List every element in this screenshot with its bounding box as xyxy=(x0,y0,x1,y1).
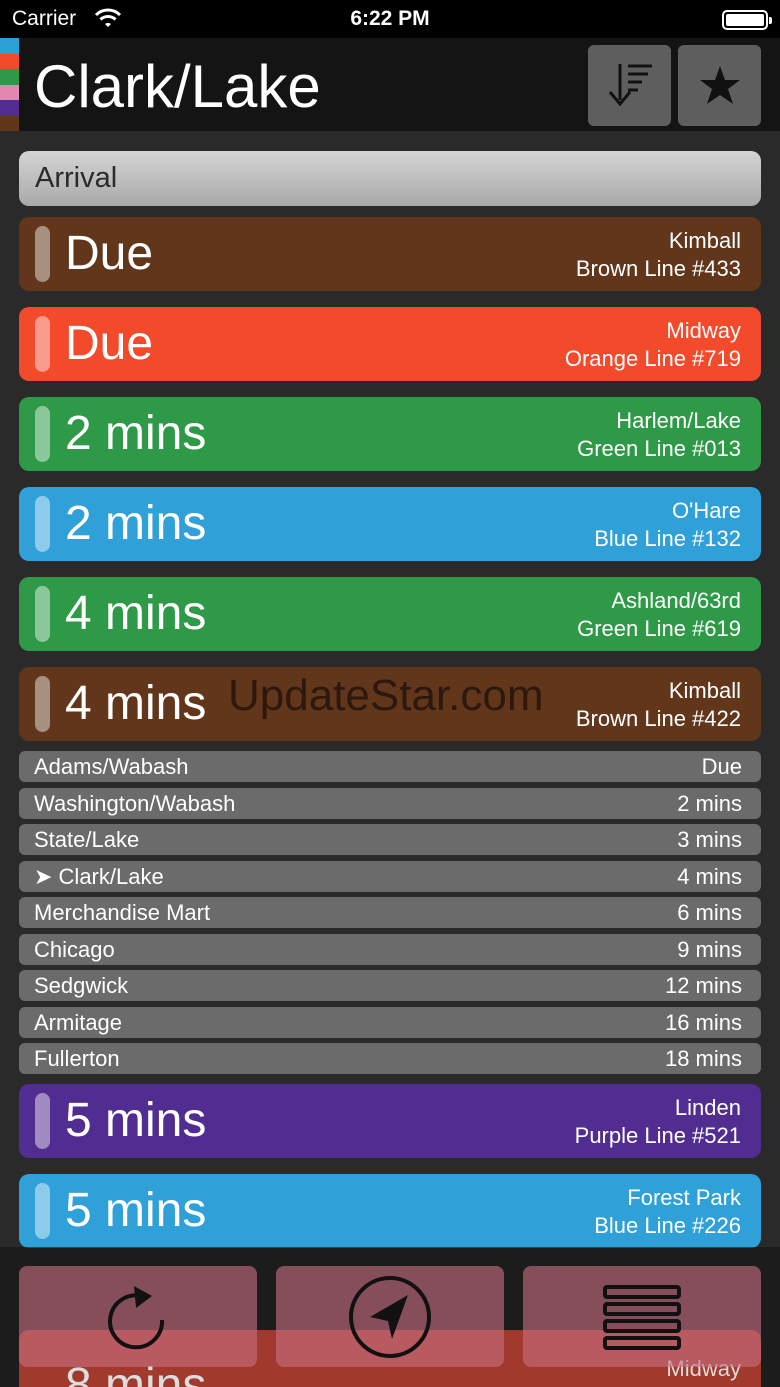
arrival-destination: Linden xyxy=(674,1095,741,1120)
arrival-eta: Due xyxy=(65,317,154,370)
arrival-line-run: Orange Line #719 xyxy=(564,346,741,371)
stop-name: Merchandise Mart xyxy=(34,900,211,925)
stop-eta: Due xyxy=(701,754,742,779)
stop-timeline: Adams/Wabash Due Washington/Wabash 2 mins St… xyxy=(19,751,761,1074)
line-indicator xyxy=(35,586,50,642)
arrival-eta: 4 mins xyxy=(65,587,207,640)
arrival-destination: Ashland/63rd xyxy=(611,588,741,613)
arrival-eta: 2 mins xyxy=(65,497,207,550)
arrival-destination: Kimball xyxy=(668,678,741,703)
stop-name: Fullerton xyxy=(34,1046,120,1071)
status-bar: Carrier 6:22 PM xyxy=(0,0,780,38)
line-indicator xyxy=(35,1183,50,1239)
sort-button[interactable] xyxy=(588,45,671,126)
stop-name: Sedgwick xyxy=(34,973,129,998)
section-header-arrival: Arrival xyxy=(19,151,761,206)
arrival-line-run: Green Line #013 xyxy=(577,436,741,461)
stop-eta: 18 mins xyxy=(664,1046,742,1071)
line-indicator xyxy=(35,316,50,372)
stop-row: Adams/Wabash Due xyxy=(19,751,761,782)
line-indicator xyxy=(35,676,50,732)
arrival-eta: 5 mins xyxy=(65,1094,207,1147)
stop-row: Armitage 16 mins xyxy=(19,1006,761,1038)
line-indicator xyxy=(35,406,50,462)
line-stripe xyxy=(0,84,19,100)
arrival-line-run: Brown Line #422 xyxy=(575,706,741,731)
line-indicator xyxy=(35,226,50,282)
stop-row: Washington/Wabash 2 mins xyxy=(19,787,761,819)
line-stripe xyxy=(0,69,19,85)
stop-row: Merchandise Mart 6 mins xyxy=(19,897,761,928)
line-stripe xyxy=(0,38,19,54)
stop-name: ➤ Clark/Lake xyxy=(34,863,164,889)
stop-eta: 6 mins xyxy=(677,900,742,925)
clock-label: 6:22 PM xyxy=(350,7,430,30)
arrival-eta: 4 mins xyxy=(65,677,207,730)
stop-row: ➤ Clark/Lake 4 mins xyxy=(19,860,761,892)
locate-button[interactable] xyxy=(276,1266,504,1367)
arrival-line-run: Blue Line #132 xyxy=(594,526,741,551)
stop-row: Fullerton 18 mins xyxy=(19,1043,761,1074)
line-stripe xyxy=(0,115,19,131)
list-icon xyxy=(603,1284,681,1350)
watermark: UpdateStar.com xyxy=(228,671,544,720)
location-arrow-icon xyxy=(349,1275,431,1358)
star-icon xyxy=(700,66,740,104)
arrival-line-run: Green Line #619 xyxy=(577,616,741,641)
list-button[interactable] xyxy=(523,1266,761,1367)
arrival-row[interactable]: 5 mins Linden Purple Line #521 xyxy=(19,1084,761,1158)
arrival-destination: Harlem/Lake xyxy=(616,408,741,433)
stop-eta: 16 mins xyxy=(664,1009,742,1035)
arrival-row[interactable]: Due Kimball Brown Line #433 xyxy=(19,217,761,291)
arrival-row[interactable]: 5 mins Forest Park Blue Line #226 xyxy=(19,1174,761,1248)
favorite-button[interactable] xyxy=(678,45,761,126)
arrival-destination: O'Hare xyxy=(672,498,741,523)
line-indicator xyxy=(35,1093,50,1149)
line-color-stripes xyxy=(0,38,19,131)
arrival-eta: 2 mins xyxy=(65,407,207,460)
stop-row: Chicago 9 mins xyxy=(19,933,761,965)
station-title: Clark/Lake xyxy=(34,53,321,120)
stop-eta: 4 mins xyxy=(677,863,742,889)
arrival-destination: Kimball xyxy=(668,228,741,253)
stop-eta: 2 mins xyxy=(677,790,742,816)
arrival-line-run: Purple Line #521 xyxy=(574,1123,741,1148)
arrival-row[interactable]: Due Midway Orange Line #719 xyxy=(19,307,761,381)
stop-eta: 3 mins xyxy=(677,827,742,852)
station-header: Clark/Lake xyxy=(0,38,780,131)
stop-row: Sedgwick 12 mins xyxy=(19,970,761,1001)
stop-name: Washington/Wabash xyxy=(34,790,236,816)
arrival-line-run: Blue Line #226 xyxy=(594,1213,741,1238)
arrival-row[interactable]: 4 mins Ashland/63rd Green Line #619 xyxy=(19,577,761,651)
stop-name: Chicago xyxy=(34,936,115,962)
arrival-eta: Due xyxy=(65,227,154,280)
line-indicator xyxy=(35,496,50,552)
line-stripe xyxy=(0,53,19,69)
stop-name: Adams/Wabash xyxy=(34,754,189,779)
arrival-line-run: Brown Line #433 xyxy=(575,256,741,281)
arrival-eta: 5 mins xyxy=(65,1184,207,1237)
arrival-row[interactable]: 2 mins O'Hare Blue Line #132 xyxy=(19,487,761,561)
refresh-icon xyxy=(108,1285,165,1349)
stop-eta: 9 mins xyxy=(677,936,742,962)
refresh-button[interactable] xyxy=(19,1266,257,1367)
stop-name: Armitage xyxy=(34,1009,123,1035)
stop-eta: 12 mins xyxy=(664,973,742,998)
line-stripe xyxy=(0,100,19,116)
arrival-row[interactable]: 2 mins Harlem/Lake Green Line #013 xyxy=(19,397,761,471)
stop-row: State/Lake 3 mins xyxy=(19,824,761,855)
sort-down-icon xyxy=(608,64,652,107)
arrival-destination: Forest Park xyxy=(627,1185,741,1210)
battery-icon xyxy=(722,10,772,30)
stop-name: State/Lake xyxy=(34,827,140,852)
arrival-destination: Midway xyxy=(666,318,741,343)
